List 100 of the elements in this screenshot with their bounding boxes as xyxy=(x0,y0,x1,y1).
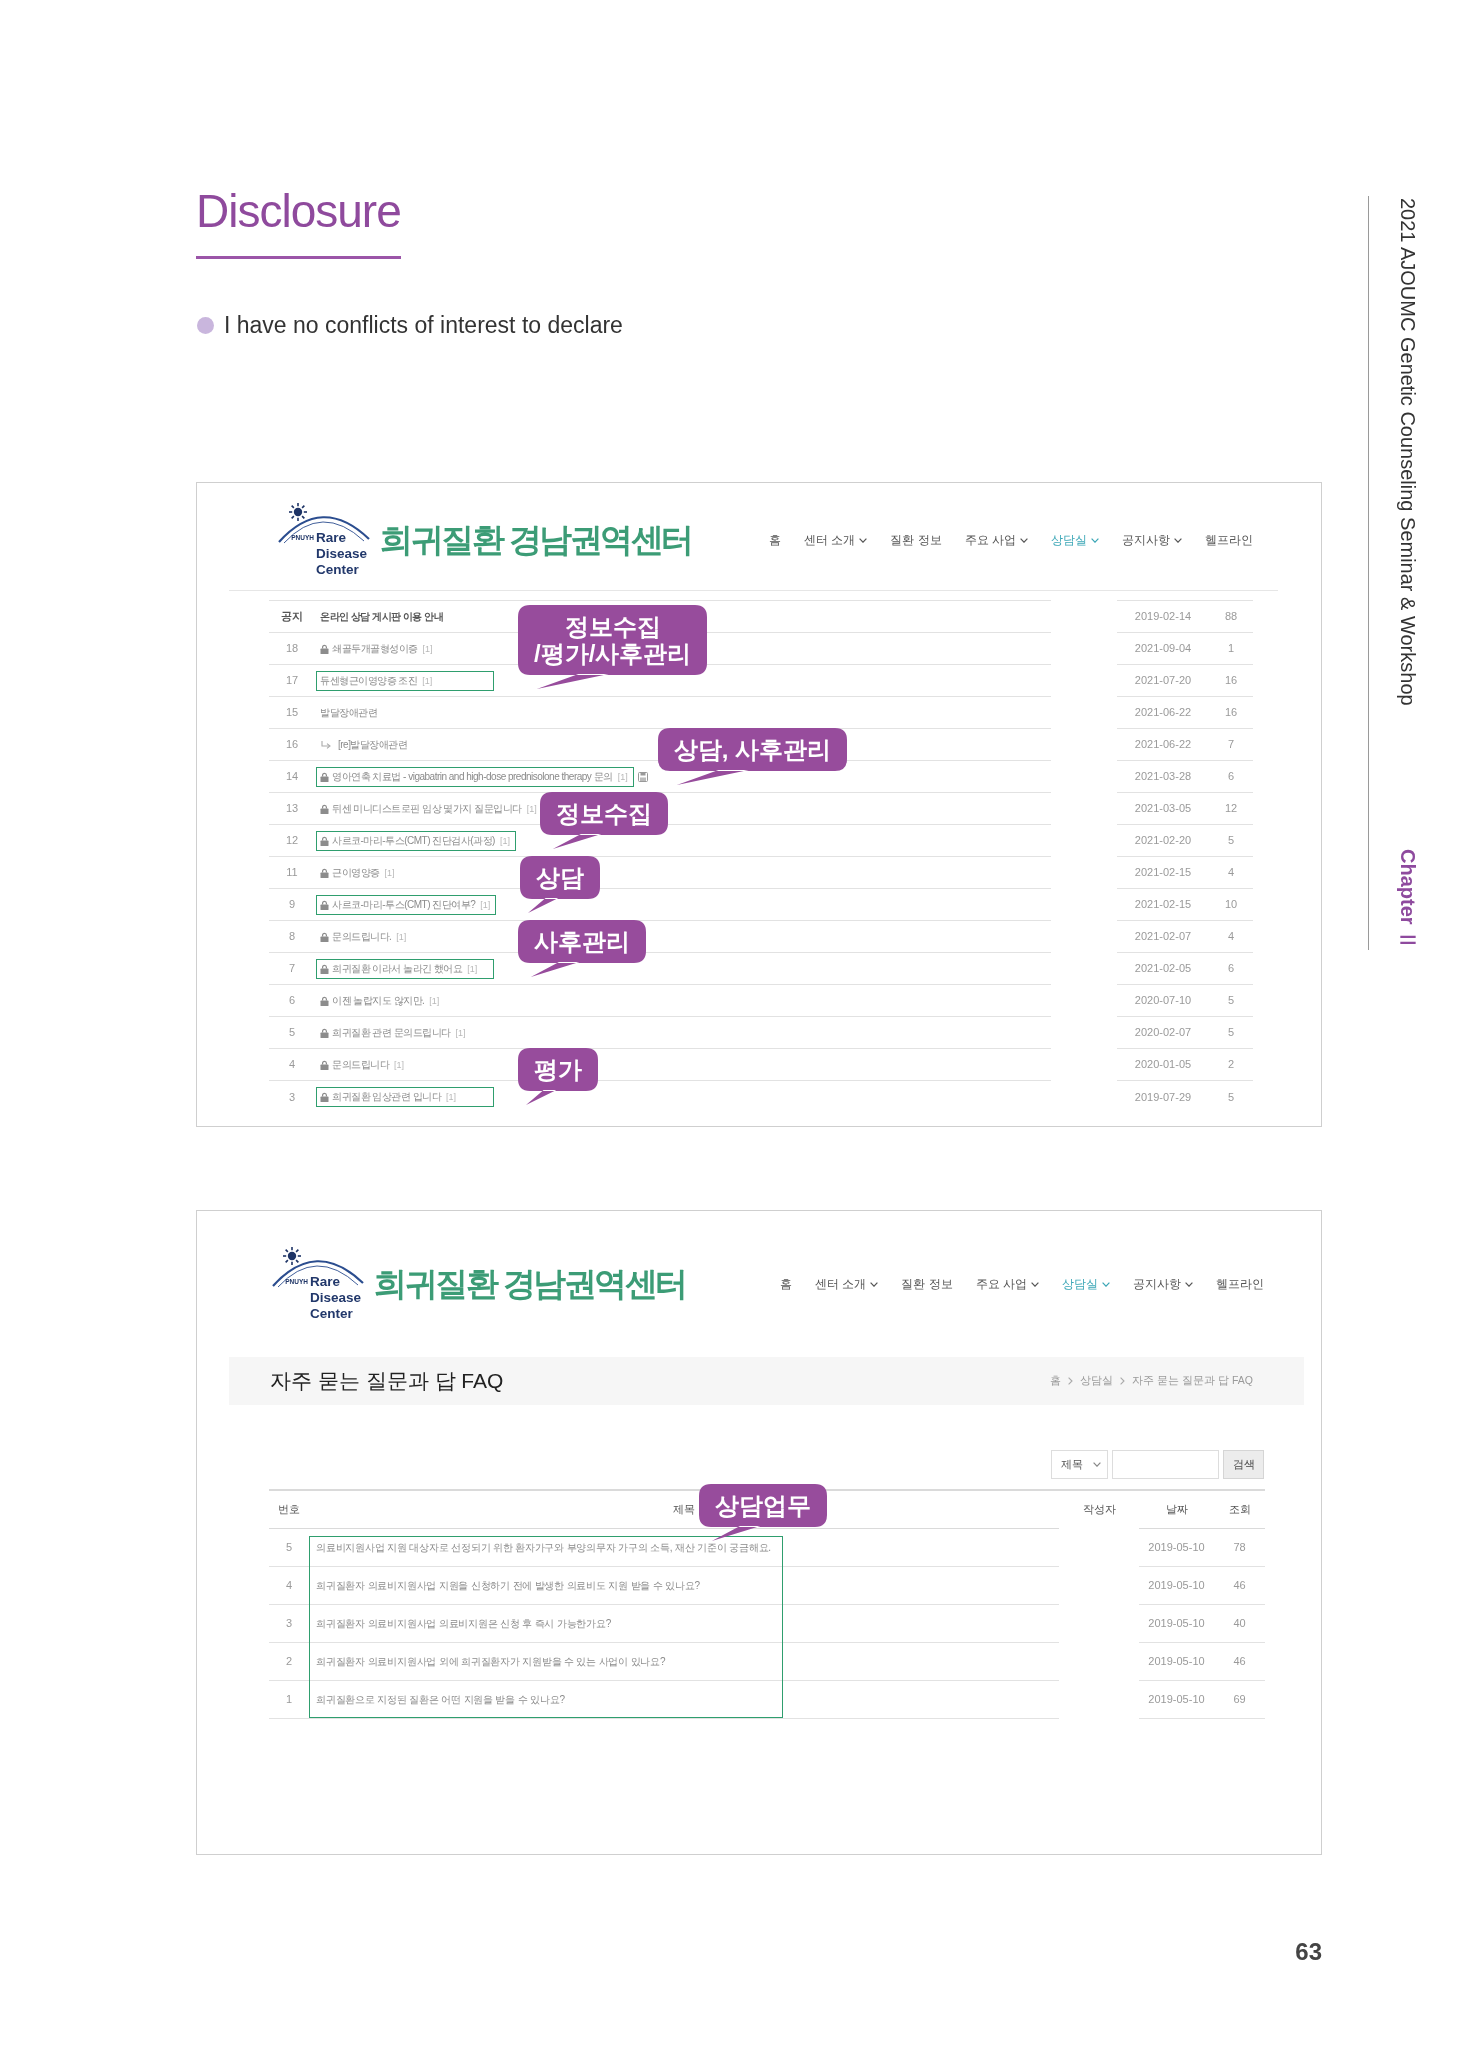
search-button[interactable]: 검색 xyxy=(1223,1450,1264,1479)
post-number: 17 xyxy=(269,664,315,697)
nav-link[interactable]: 헬프라인 xyxy=(1205,532,1253,548)
post-title-link[interactable]: 듀센형근이영양증 조진 [1] xyxy=(320,672,433,689)
view-count: 40 xyxy=(1214,1604,1265,1642)
column-header: 번호 xyxy=(278,1503,300,1515)
breadcrumb-link[interactable]: 자주 묻는 질문과 답 FAQ xyxy=(1132,1373,1253,1389)
callout-bubble: 상담업무 xyxy=(699,1484,827,1541)
post-number: 5 xyxy=(269,1016,315,1049)
callout-bubble: 정보수집 /평가/사후관리 xyxy=(518,604,708,689)
chapter-label: Chapter Ⅱ xyxy=(1396,848,1420,950)
post-number: 11 xyxy=(269,856,315,889)
comment-count: [1] xyxy=(617,770,628,784)
post-number: 1 xyxy=(269,1680,309,1718)
post-title-link[interactable]: 쇄골두개골형성이증 [1] xyxy=(320,640,433,657)
nav-link[interactable]: 상담실 xyxy=(1051,532,1099,548)
view-count: 5 xyxy=(1209,984,1253,1017)
view-count: 10 xyxy=(1209,888,1253,921)
post-date: 2020-07-10 xyxy=(1117,984,1209,1017)
post-title-link[interactable]: 문의드립니다 [1] xyxy=(320,1056,404,1073)
view-count: 5 xyxy=(1209,1016,1253,1049)
post-date: 2019-05-10 xyxy=(1139,1528,1214,1566)
comment-count: [1] xyxy=(422,674,433,688)
post-number: 5 xyxy=(269,1528,309,1566)
callout-bubble: 사후관리 xyxy=(518,919,646,977)
post-number: 3 xyxy=(269,1604,309,1642)
post-title-link[interactable]: 사르코-마리-투스(CMT) 진단여부? [1] xyxy=(320,896,491,913)
post-title-link[interactable]: 이젠 놀랍지도 않지만. [1] xyxy=(320,992,440,1009)
callout-bubble: 평가 xyxy=(518,1047,598,1105)
post-title-link[interactable]: 문의드립니다. [1] xyxy=(320,928,407,945)
question-link[interactable]: 의료비지원사업 지원 대상자로 선정되기 위한 환자가구와 부양의무자 가구의 소득, 재산 기준이 궁금해요. xyxy=(316,1541,771,1553)
view-count: 46 xyxy=(1214,1566,1265,1604)
view-count: 78 xyxy=(1214,1528,1265,1566)
comment-count: [1] xyxy=(384,866,395,880)
nav-link[interactable]: 센터 소개 xyxy=(814,1276,879,1292)
callout-bubble: 정보수집 xyxy=(539,791,668,849)
post-number: 2 xyxy=(269,1642,309,1680)
breadcrumb-link[interactable]: 상담실 xyxy=(1080,1373,1114,1389)
post-date: 2021-02-07 xyxy=(1117,920,1209,953)
post-title-link[interactable]: 근이영양증 [1] xyxy=(320,864,395,881)
nav-link[interactable]: 주요 사업 xyxy=(975,1276,1039,1292)
post-title-link[interactable]: 뒤센 미니디스트로핀 임상 몇가지 질문입니다 [1] xyxy=(320,800,537,817)
chevron-down-icon xyxy=(1093,1462,1101,1467)
post-date: 2019-05-10 xyxy=(1139,1566,1214,1604)
comment-count: [1] xyxy=(394,1058,404,1072)
post-date: 2021-02-05 xyxy=(1117,952,1209,985)
column-header: 날짜 xyxy=(1165,1503,1188,1515)
post-number: 8 xyxy=(269,920,315,953)
view-count: 46 xyxy=(1214,1642,1265,1680)
post-number: 18 xyxy=(269,632,315,665)
post-number: 7 xyxy=(269,952,315,985)
view-count: 2 xyxy=(1209,1048,1253,1081)
post-title-link[interactable]: 희귀질환 이라서 놀라긴 했어요 [1] xyxy=(320,960,478,977)
search-input[interactable] xyxy=(1112,1450,1219,1479)
comment-count: [1] xyxy=(467,962,478,976)
question-link[interactable]: 희귀질환으로 지정된 질환은 어떤 지원을 받을 수 있나요? xyxy=(316,1693,565,1705)
view-count: 16 xyxy=(1209,664,1253,697)
question-link[interactable]: 희귀질환자 의료비지원사업 지원을 신청하기 전에 발생한 의료비도 지원 받을 수 있나요? xyxy=(316,1579,700,1591)
column-header: 제목 xyxy=(673,1503,695,1515)
nav-link[interactable]: 질환 정보 xyxy=(890,532,942,548)
site-name[interactable]: 희귀질환 경남권역센터 xyxy=(380,520,692,560)
post-title-link[interactable]: 사르코-마리-투스(CMT) 진단검사(과정) [1] xyxy=(320,832,510,849)
logo-text: Center xyxy=(316,562,360,578)
nav-link[interactable]: 헬프라인 xyxy=(1216,1276,1264,1292)
bullet-text: I have no conflicts of interest to declare xyxy=(224,311,623,340)
callout-bubble: 상담 xyxy=(520,855,601,913)
question-link[interactable]: 희귀질환자 의료비지원사업 외에 희귀질환자가 지원받을 수 있는 사업이 있나요? xyxy=(316,1655,666,1667)
chevron-right-icon xyxy=(1120,1377,1126,1385)
post-date: 2020-01-05 xyxy=(1117,1048,1209,1081)
view-count: 12 xyxy=(1209,792,1253,825)
chevron-right-icon xyxy=(1068,1377,1074,1385)
post-title-link[interactable]: 발달장애관련 xyxy=(320,704,377,721)
view-count: 7 xyxy=(1209,728,1253,761)
nav-link[interactable]: 홈 xyxy=(779,1276,792,1292)
column-header: 조회 xyxy=(1228,1503,1251,1515)
view-count: 5 xyxy=(1209,824,1253,857)
view-count: 88 xyxy=(1209,600,1253,633)
post-title-link[interactable]: 희귀질환 임상관련 입니다 [1] xyxy=(320,1088,457,1105)
page-title: 자주 묻는 질문과 답 FAQ xyxy=(270,1368,504,1394)
nav-link[interactable]: 홈 xyxy=(768,532,781,548)
post-title-link[interactable]: [re]발달장애관련 xyxy=(338,736,408,753)
logo-text: Rare xyxy=(316,530,348,546)
post-title-link[interactable]: 온라인 상담 게시판 이용 안내 xyxy=(320,608,444,625)
nav-link[interactable]: 공지사항 xyxy=(1133,1276,1193,1292)
post-title-link[interactable]: 희귀질환 관련 문의드립니다 [1] xyxy=(320,1024,466,1041)
nav-link[interactable]: 주요 사업 xyxy=(964,532,1028,548)
view-count: 4 xyxy=(1209,856,1253,889)
post-date: 2019-07-29 xyxy=(1117,1080,1209,1113)
nav-link[interactable]: 질환 정보 xyxy=(901,1276,953,1292)
banner-title: 2021 AJOUMC Genetic Counseling Seminar & Workshop xyxy=(1396,198,1420,706)
search-type-select[interactable]: 제목 xyxy=(1051,1450,1108,1479)
breadcrumb-link[interactable]: 홈 xyxy=(1050,1373,1062,1389)
callout-bubble: 상담, 사후관리 xyxy=(657,727,847,785)
nav-link[interactable]: 센터 소개 xyxy=(803,532,868,548)
site-name[interactable]: 희귀질환 경남권역센터 xyxy=(374,1264,686,1304)
post-date: 2021-02-15 xyxy=(1117,888,1209,921)
post-title-link[interactable]: 영아연축 치료법 - vigabatrin and high-dose prednisolone therapy 문의 [1] xyxy=(320,768,628,785)
nav-link[interactable]: 상담실 xyxy=(1062,1276,1110,1292)
nav-link[interactable]: 공지사항 xyxy=(1122,532,1182,548)
question-link[interactable]: 희귀질환자 의료비지원사업 의료비지원은 신청 후 즉시 가능한가요? xyxy=(316,1617,612,1629)
